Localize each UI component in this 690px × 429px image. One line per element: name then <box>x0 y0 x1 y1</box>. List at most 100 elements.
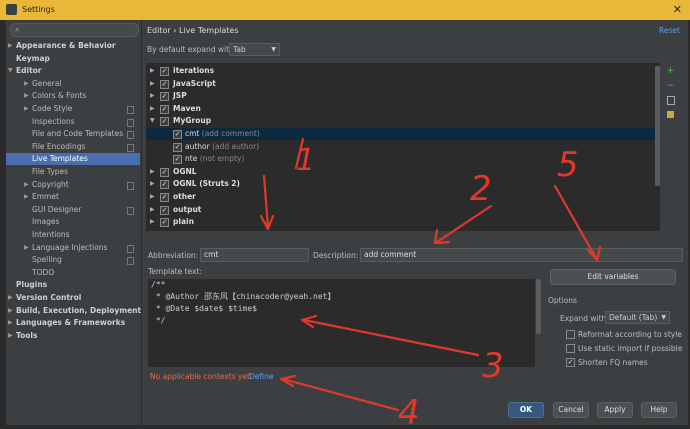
sidebar-item[interactable]: Live Templates <box>6 153 140 166</box>
group-checkbox[interactable]: ✓ <box>160 193 169 202</box>
template-checkbox[interactable]: ✓ <box>173 130 182 139</box>
expand-select-value: Tab <box>233 45 246 54</box>
help-button[interactable]: Help <box>641 402 677 418</box>
chevron-right-icon[interactable]: ▶ <box>24 179 29 191</box>
sidebar-item[interactable]: ▶ Colors & Fonts <box>6 90 140 102</box>
chevron-right-icon[interactable]: ▶ <box>24 191 29 203</box>
sidebar-item[interactable]: ▶ Copyright <box>6 179 140 191</box>
static-import-checkbox[interactable] <box>566 344 575 353</box>
chevron-right-icon[interactable]: ▶ <box>150 65 155 77</box>
sidebar-item[interactable]: ▶ Version Control <box>6 292 140 304</box>
group-checkbox[interactable]: ✓ <box>160 180 169 190</box>
sidebar-item[interactable]: ▶ Languages & Frameworks <box>6 317 140 329</box>
abbreviation-field[interactable]: cmt <box>200 248 309 262</box>
chevron-right-icon[interactable]: ▶ <box>24 90 29 102</box>
chevron-right-icon[interactable]: ▶ <box>8 292 13 304</box>
group-checkbox[interactable]: ✓ <box>160 67 169 76</box>
template-group-row[interactable]: ▶ ✓ OGNL <box>146 166 660 178</box>
group-checkbox[interactable]: ✓ <box>160 205 169 215</box>
sidebar-item[interactable]: ▶ Tools <box>6 330 140 342</box>
sidebar-item[interactable]: Images <box>6 216 140 228</box>
template-group-row[interactable]: ▶ ✓ JavaScript <box>146 78 660 90</box>
copy-icon[interactable] <box>666 96 675 105</box>
chevron-right-icon[interactable]: ▶ <box>150 229 155 232</box>
editor-scrollbar[interactable] <box>536 279 541 367</box>
group-checkbox[interactable]: ✓ <box>160 79 169 89</box>
sidebar-item[interactable]: Intentions <box>6 229 140 241</box>
sidebar-item[interactable]: ▶ Code Style <box>6 103 140 115</box>
template-checkbox[interactable]: ✓ <box>173 142 182 152</box>
chevron-right-icon[interactable]: ▶ <box>150 178 155 190</box>
template-row[interactable]: ✓ author (add author) <box>146 141 660 153</box>
cancel-button[interactable]: Cancel <box>553 402 589 418</box>
remove-icon[interactable]: − <box>666 82 675 91</box>
chevron-right-icon[interactable]: ▶ <box>24 242 29 254</box>
template-group-row[interactable]: ▶ ✓ iterations <box>146 65 660 77</box>
chevron-right-icon[interactable]: ▶ <box>150 216 155 228</box>
description-field[interactable]: add comment <box>360 248 683 262</box>
templates-scrollbar[interactable] <box>655 66 660 186</box>
template-text-label: Template text: <box>148 267 202 276</box>
shorten-fq-checkbox[interactable]: ✓ <box>566 358 575 367</box>
reformat-checkbox[interactable] <box>566 330 575 339</box>
template-group-row[interactable]: ▶ ✓ OGNL (Struts 2) <box>146 178 660 190</box>
template-checkbox[interactable]: ✓ <box>173 155 182 165</box>
group-checkbox[interactable]: ✓ <box>160 218 169 228</box>
chevron-right-icon[interactable]: ▶ <box>150 78 155 90</box>
chevron-right-icon[interactable]: ▶ <box>24 78 29 90</box>
add-icon[interactable]: + <box>666 67 675 76</box>
template-row[interactable]: ✓ nte (not empty) <box>146 153 660 165</box>
sidebar-item[interactable]: File Types <box>6 166 140 178</box>
template-group-row[interactable]: ▶✓RESTful Web Services <box>146 229 660 231</box>
sidebar-item[interactable]: File Encodings <box>6 141 140 153</box>
sidebar-item[interactable]: ▶ Build, Execution, Deployment <box>6 305 141 317</box>
define-link[interactable]: Define <box>249 372 273 381</box>
template-row[interactable]: ✓ cmt (add comment) <box>146 128 660 140</box>
sidebar-item[interactable]: ▶ Language Injections <box>6 242 140 254</box>
template-group-row[interactable]: ▶ ✓ plain <box>146 216 660 228</box>
chevron-right-icon[interactable]: ▶ <box>8 330 13 342</box>
chevron-right-icon[interactable]: ▶ <box>150 204 155 216</box>
chevron-down-icon[interactable]: ▼ <box>150 115 155 127</box>
group-checkbox[interactable]: ✓ <box>160 167 169 177</box>
chevron-right-icon[interactable]: ▶ <box>150 103 155 115</box>
template-group-row[interactable]: ▼ ✓ MyGroup <box>146 115 660 127</box>
sidebar-item[interactable]: ▶ Emmet <box>6 191 140 203</box>
template-text-editor[interactable]: /** * @Author 邵东风【chinacoder@yeah.net】 *… <box>148 279 535 367</box>
reset-link[interactable]: Reset <box>659 26 680 35</box>
group-checkbox[interactable]: ✓ <box>160 117 169 127</box>
sidebar-item[interactable]: ▶ General <box>6 78 140 90</box>
chevron-down-icon[interactable]: ▼ <box>8 65 13 77</box>
restore-icon[interactable] <box>666 111 675 120</box>
search-input[interactable]: ⌕ <box>10 23 139 37</box>
template-group-row[interactable]: ▶ ✓ other <box>146 191 660 203</box>
chevron-right-icon[interactable]: ▶ <box>8 317 13 329</box>
ok-button[interactable]: OK <box>508 402 544 418</box>
expand-with-select[interactable]: Default (Tab) ▼ <box>605 311 670 324</box>
sidebar-item[interactable]: Keymap <box>6 53 140 65</box>
sidebar-item[interactable]: GUI Designer <box>6 204 140 216</box>
chevron-right-icon[interactable]: ▶ <box>8 305 13 317</box>
group-checkbox[interactable]: ✓ <box>160 92 169 102</box>
chevron-right-icon[interactable]: ▶ <box>8 40 13 52</box>
sidebar-item[interactable]: File and Code Templates <box>6 128 140 140</box>
chevron-right-icon[interactable]: ▶ <box>150 90 155 102</box>
apply-button[interactable]: Apply <box>597 402 633 418</box>
sidebar-item[interactable]: TODO <box>6 267 140 279</box>
sidebar-item[interactable]: Inspections <box>6 116 140 128</box>
group-checkbox[interactable]: ✓ <box>160 104 169 114</box>
pane-divider[interactable] <box>141 20 142 425</box>
close-icon[interactable]: ✕ <box>673 3 682 16</box>
chevron-right-icon[interactable]: ▶ <box>24 103 29 115</box>
sidebar-item[interactable]: Plugins <box>6 279 140 291</box>
template-group-row[interactable]: ▶ ✓ output <box>146 204 660 216</box>
sidebar-item[interactable]: ▼ Editor <box>6 65 140 77</box>
template-group-row[interactable]: ▶ ✓ Maven <box>146 103 660 115</box>
template-group-row[interactable]: ▶ ✓ JSP <box>146 90 660 102</box>
expand-select[interactable]: Tab ▼ <box>229 43 280 56</box>
sidebar-item[interactable]: ▶ Appearance & Behavior <box>6 40 140 52</box>
edit-variables-button[interactable]: Edit variables <box>550 269 676 285</box>
chevron-right-icon[interactable]: ▶ <box>150 191 155 203</box>
chevron-right-icon[interactable]: ▶ <box>150 166 155 178</box>
sidebar-item[interactable]: Spelling <box>6 254 140 266</box>
